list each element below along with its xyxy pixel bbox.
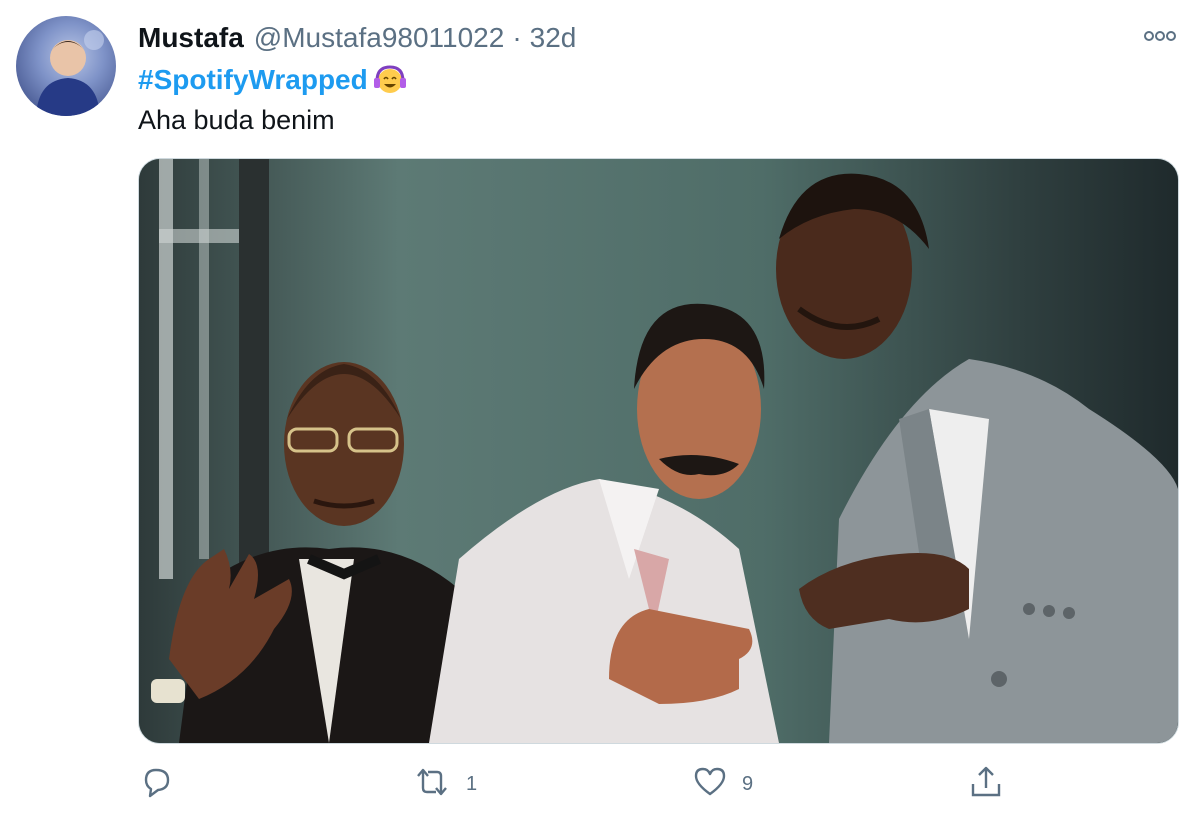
display-name[interactable]: Mustafa (138, 22, 244, 54)
like-count: 9 (742, 772, 754, 795)
avatar[interactable] (16, 16, 116, 116)
photo-image (139, 159, 1178, 743)
retweet-count: 1 (466, 772, 478, 795)
heart-icon (692, 766, 728, 803)
headphones-face-emoji-icon (372, 64, 408, 96)
tweet-photo[interactable] (138, 158, 1179, 744)
tweet-text-line-1: #SpotifyWrapped (138, 60, 408, 100)
retweet-button[interactable]: 1 (412, 758, 477, 810)
like-button[interactable]: 9 (692, 758, 753, 810)
hashtag-link[interactable]: #SpotifyWrapped (138, 64, 368, 96)
tweet[interactable]: Mustafa @Mustafa98011022 · 32d #SpotifyW… (0, 0, 1200, 814)
avatar-image (36, 30, 104, 116)
separator-dot: · (512, 22, 522, 53)
timestamp[interactable]: 32d (530, 22, 577, 54)
user-handle[interactable]: @Mustafa98011022 (254, 22, 505, 54)
reply-button[interactable] (138, 758, 188, 810)
tweet-header: Mustafa @Mustafa98011022 · 32d (138, 18, 576, 58)
share-button[interactable] (968, 758, 1004, 810)
tweet-text-line-2: Aha buda benim (138, 104, 335, 135)
more-options-icon[interactable] (1140, 24, 1180, 48)
retweet-icon (412, 766, 452, 803)
reply-icon (138, 766, 174, 803)
share-icon (968, 764, 1004, 805)
tweet-actions: 1 9 (0, 758, 1200, 810)
